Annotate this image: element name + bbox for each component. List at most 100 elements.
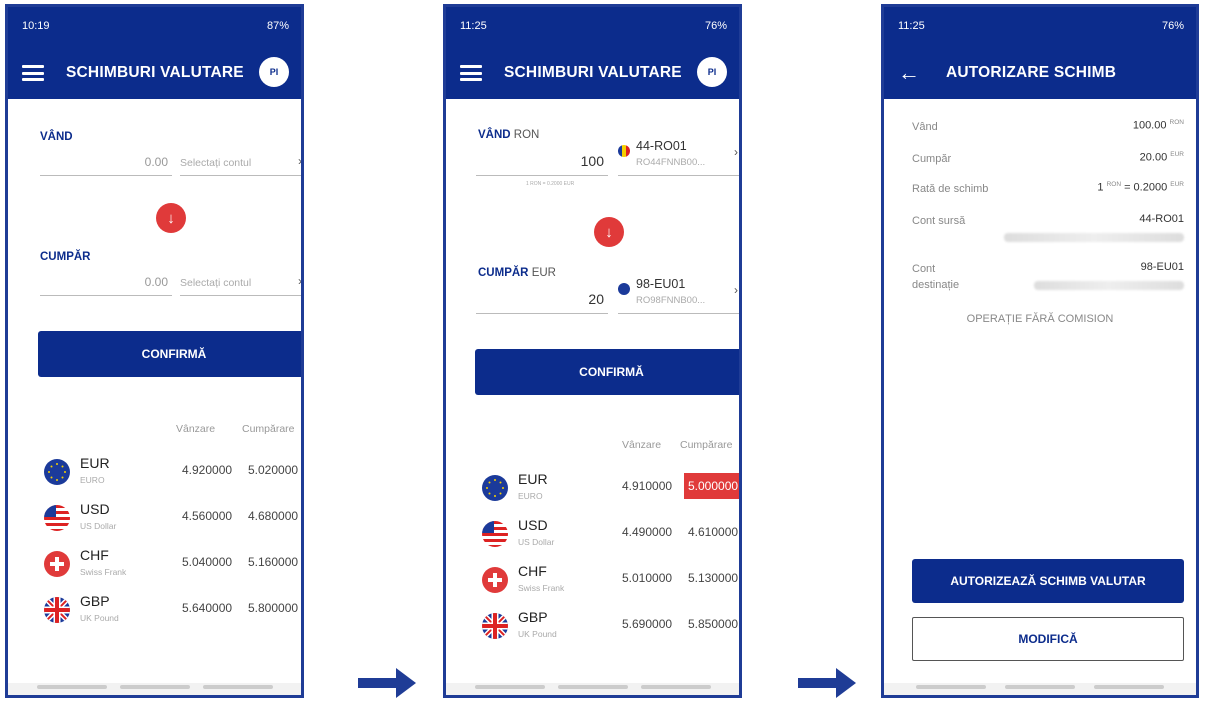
sell-value: 100.00 RON xyxy=(1132,119,1184,132)
eu-flag-icon xyxy=(482,475,508,501)
page-title: SCHIMBURI VALUTARE xyxy=(66,64,244,81)
exchange-rate-hint: 1 RON = 0.2000 EUR xyxy=(526,181,575,187)
swap-currencies-button[interactable]: ↓ xyxy=(594,217,624,247)
exchange-form: VÂND RON 100 1 RON = 0.2000 EUR 44-RO01 … xyxy=(446,99,739,695)
sell-label: Vând xyxy=(912,121,938,133)
divider xyxy=(618,175,739,176)
buy-rate: 5.160000 xyxy=(248,555,299,569)
currency-code: CHF xyxy=(518,563,547,579)
rate-row-chf: CHF Swiss Frank 5.010000 5.130000 xyxy=(478,563,739,609)
divider xyxy=(618,313,739,314)
currency-name: Swiss Frank xyxy=(80,567,127,577)
sell-rate: 4.920000 xyxy=(182,463,233,477)
sell-rate: 4.560000 xyxy=(182,509,233,523)
us-flag-icon xyxy=(482,521,508,547)
chevron-right-icon[interactable]: › xyxy=(734,283,738,297)
rate-row-eur: EUR EURO 4.910000 5.000000 xyxy=(478,471,739,517)
exchange-rate-value: 1 RON = 0.2000 EUR xyxy=(1097,181,1184,194)
divider xyxy=(476,313,608,314)
sell-amount-input[interactable]: 0.00 xyxy=(88,155,168,169)
divider xyxy=(40,175,172,176)
currency-code: USD xyxy=(518,517,548,533)
phone-screen-1: 10:19 87% SCHIMBURI VALUTARE PI VÂND 0.0… xyxy=(5,4,304,698)
hamburger-menu-icon[interactable] xyxy=(22,65,44,81)
battery-status: 76% xyxy=(1161,20,1184,32)
currency-name: UK Pound xyxy=(80,613,119,623)
divider xyxy=(476,175,608,176)
avatar[interactable]: PI xyxy=(697,57,727,87)
swiss-flag-icon xyxy=(482,567,508,593)
authorize-exchange-button[interactable]: AUTORIZEAZĂ SCHIMB VALUTAR xyxy=(912,559,1184,603)
sell-account-code[interactable]: 44-RO01 xyxy=(636,139,687,153)
page-title: SCHIMBURI VALUTARE xyxy=(504,64,682,81)
battery-status: 87% xyxy=(266,20,289,32)
status-time: 11:25 xyxy=(460,20,487,32)
avatar[interactable]: PI xyxy=(259,57,289,87)
hamburger-menu-icon[interactable] xyxy=(460,65,482,81)
eu-flag-icon xyxy=(44,459,70,485)
buy-rate: 5.130000 xyxy=(688,571,739,585)
chevron-right-icon[interactable]: › xyxy=(298,274,301,288)
swap-currencies-button[interactable]: ↓ xyxy=(156,203,186,233)
buy-account-code[interactable]: 98-EU01 xyxy=(636,277,685,291)
currency-code: USD xyxy=(80,501,110,517)
destination-account-value: 98-EU01 xyxy=(1140,261,1184,273)
sell-rate: 4.490000 xyxy=(622,525,673,539)
arrow-down-icon: ↓ xyxy=(605,223,613,241)
sell-amount-input[interactable]: 100 xyxy=(526,153,604,169)
buy-value: 20.00 EUR xyxy=(1139,151,1184,164)
currency-name: UK Pound xyxy=(518,629,557,639)
exchange-form: VÂND 0.00 Selectați contul › ↓ CUMPĂR 0.… xyxy=(8,99,301,695)
divider xyxy=(180,295,301,296)
arrow-left-icon[interactable]: ← xyxy=(898,62,920,84)
system-nav-bar xyxy=(884,683,1196,695)
column-header-sell: Vânzare xyxy=(622,439,662,451)
chevron-right-icon[interactable]: › xyxy=(734,145,738,159)
confirm-button[interactable]: CONFIRMĂ xyxy=(38,331,301,377)
app-bar: SCHIMBURI VALUTARE PI xyxy=(8,47,301,99)
sell-label: VÂND RON xyxy=(478,129,540,141)
status-time: 11:25 xyxy=(898,20,925,32)
source-account-value: 44-RO01 xyxy=(1139,213,1184,225)
currency-name: EURO xyxy=(518,491,543,501)
buy-rate-highlighted: 5.000000 xyxy=(684,473,739,499)
buy-rate: 4.680000 xyxy=(248,509,299,523)
arrow-right-icon xyxy=(358,668,416,698)
sell-rate: 5.640000 xyxy=(182,601,233,615)
buy-rate: 4.610000 xyxy=(688,525,739,539)
authorization-details: Vând 100.00 RON Cumpăr 20.00 EUR Rată de… xyxy=(884,99,1196,695)
blurred-iban xyxy=(1034,281,1184,290)
app-bar: ← AUTORIZARE SCHIMB xyxy=(884,47,1196,99)
rate-row-gbp: GBP UK Pound 5.640000 5.800000 xyxy=(40,593,301,639)
ro-flag-icon xyxy=(618,145,630,157)
buy-label: CUMPĂR xyxy=(40,251,91,263)
chevron-right-icon[interactable]: › xyxy=(298,154,301,168)
sell-account-select[interactable]: Selectați contul xyxy=(180,157,251,169)
column-header-buy: Cumpărare xyxy=(242,423,295,435)
app-bar: SCHIMBURI VALUTARE PI xyxy=(446,47,739,99)
sell-rate: 5.040000 xyxy=(182,555,233,569)
status-bar: 11:25 76% xyxy=(884,7,1196,47)
uk-flag-icon xyxy=(482,613,508,639)
sell-rate: 5.690000 xyxy=(622,617,673,631)
arrow-right-icon xyxy=(798,668,856,698)
buy-account-select[interactable]: Selectați contul xyxy=(180,277,251,289)
buy-amount-input[interactable]: 20 xyxy=(526,291,604,307)
rate-row-chf: CHF Swiss Frank 5.040000 5.160000 xyxy=(40,547,301,593)
column-header-sell: Vânzare xyxy=(176,423,216,435)
eu-flag-icon xyxy=(618,283,630,295)
phone-screen-2: 11:25 76% SCHIMBURI VALUTARE PI VÂND RON… xyxy=(443,4,742,698)
blurred-iban xyxy=(1004,233,1184,242)
sell-rate: 4.910000 xyxy=(622,479,673,493)
buy-rate: 5.850000 xyxy=(688,617,739,631)
divider xyxy=(180,175,301,176)
modify-button[interactable]: MODIFICĂ xyxy=(912,617,1184,661)
currency-code: CHF xyxy=(80,547,109,563)
currency-code: GBP xyxy=(518,609,548,625)
confirm-button[interactable]: CONFIRMĂ xyxy=(475,349,739,395)
buy-amount-input[interactable]: 0.00 xyxy=(88,275,168,289)
swiss-flag-icon xyxy=(44,551,70,577)
rate-row-eur: EUR EURO 4.920000 5.020000 xyxy=(40,455,301,501)
sell-rate: 5.010000 xyxy=(622,571,673,585)
currency-code: GBP xyxy=(80,593,110,609)
